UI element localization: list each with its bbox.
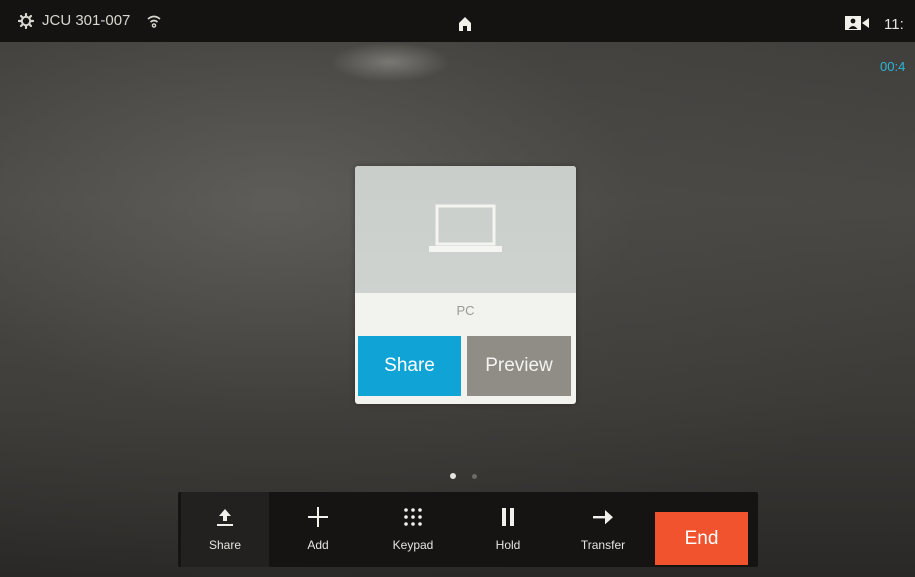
share-control-button[interactable]: Share [181, 492, 269, 567]
share-button[interactable]: Share [358, 336, 461, 396]
keypad-icon [404, 508, 422, 526]
touch-panel-screen: JCU 301-007 11: 00:4 PC Share Preview Sh… [0, 0, 915, 577]
pause-icon [502, 508, 514, 526]
end-call-button[interactable]: End [655, 512, 748, 565]
camera-icon[interactable] [845, 16, 869, 30]
background-reflection [330, 42, 450, 82]
arrow-right-icon [593, 510, 613, 525]
transfer-label: Transfer [580, 538, 626, 552]
page-dot[interactable] [472, 474, 477, 479]
room-info[interactable]: JCU 301-007 [18, 12, 162, 29]
source-label: PC [456, 303, 475, 318]
plus-icon [308, 507, 328, 527]
hold-button[interactable]: Hold [464, 492, 552, 567]
transfer-button[interactable]: Transfer [559, 492, 647, 567]
upload-icon [217, 509, 233, 526]
page-indicator [450, 473, 477, 479]
add-button[interactable]: Add [274, 492, 362, 567]
keypad-label: Keypad [392, 538, 434, 552]
hold-label: Hold [495, 538, 521, 552]
home-icon[interactable] [458, 16, 472, 32]
add-label: Add [307, 538, 329, 552]
source-preview-area [355, 166, 576, 293]
keypad-button[interactable]: Keypad [369, 492, 457, 567]
call-duration: 00:4 [880, 59, 906, 74]
page-dot-active[interactable] [450, 473, 456, 479]
call-controls-bar: Share Add Keypad Hold Transfer End [178, 492, 758, 567]
gear-icon [18, 12, 34, 29]
share-source-card: PC Share Preview [355, 166, 576, 404]
wifi-icon [147, 15, 161, 28]
share-control-label: Share [208, 538, 242, 552]
clock: 11: [884, 16, 904, 33]
status-bar: JCU 301-007 11: [0, 0, 915, 42]
preview-button[interactable]: Preview [467, 336, 571, 396]
room-name: JCU 301-007 [42, 12, 131, 29]
laptop-icon [429, 204, 502, 252]
